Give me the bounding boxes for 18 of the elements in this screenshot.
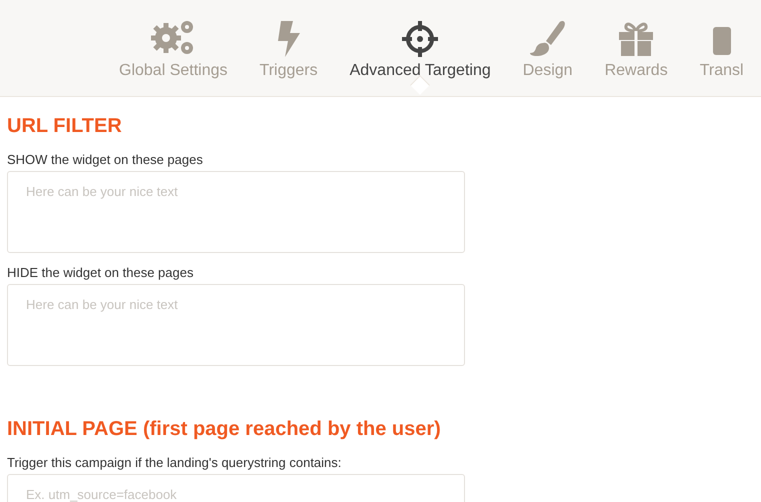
tab[interactable]: Advanced Targeting (350, 17, 491, 85)
text-field[interactable]: Ex. utm_source=facebook (7, 474, 465, 502)
section-heading: URL FILTER (7, 114, 123, 139)
tab[interactable]: Rewards (604, 17, 668, 81)
text-field[interactable]: Here can be your nice text (7, 171, 465, 253)
text-field[interactable]: Here can be your nice text (7, 284, 465, 366)
paintbrush-icon (528, 19, 567, 57)
tab[interactable]: Global Settings (119, 17, 228, 81)
field-label: Trigger this campaign if the landing's querystring contains: (7, 454, 342, 472)
lightning-bolt-icon (276, 21, 301, 57)
tab[interactable]: Design (522, 17, 573, 81)
crosshair-icon (402, 21, 438, 57)
section-heading: INITIAL PAGE (first page reached by the user) (7, 417, 442, 442)
gift-icon (618, 21, 654, 57)
tab[interactable]: Triggers (260, 17, 318, 81)
field-label: HIDE the widget on these pages (7, 264, 194, 282)
field-label: SHOW the widget on these pages (7, 151, 203, 169)
tab[interactable]: Transl (700, 17, 744, 81)
